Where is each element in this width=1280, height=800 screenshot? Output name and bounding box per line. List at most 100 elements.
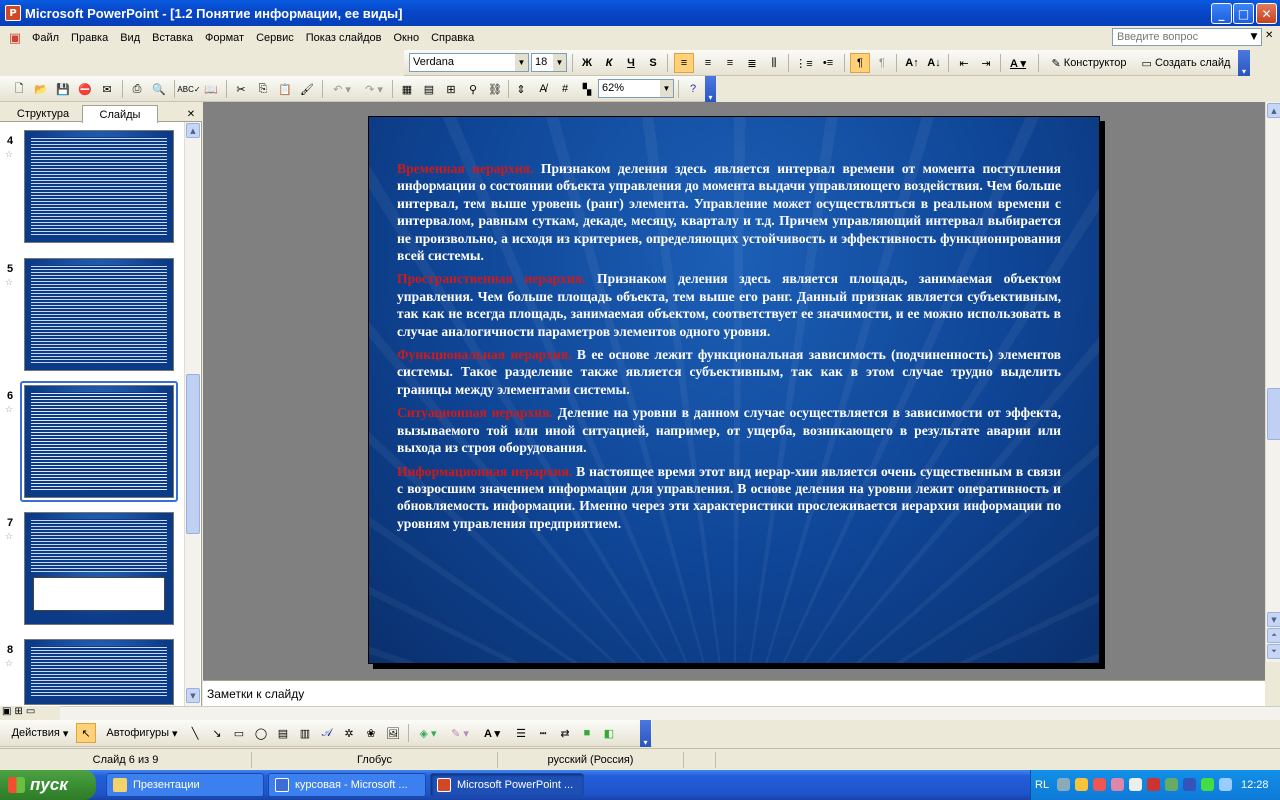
actions-menu[interactable]: Действия ▾	[6, 723, 74, 743]
tab-slides[interactable]: Слайды	[82, 105, 158, 123]
italic-button[interactable]: К	[600, 53, 618, 73]
spelling-icon[interactable]: ABC✓	[177, 79, 200, 99]
next-slide-icon[interactable]: ⏷	[1267, 644, 1280, 659]
normal-view-icon[interactable]: ▣	[2, 706, 11, 720]
font-color-draw-icon[interactable]: A ▾	[478, 723, 506, 743]
org-chart-icon[interactable]: ⚲	[464, 79, 482, 99]
research-icon[interactable]: 📖	[202, 79, 220, 99]
slide-text-body[interactable]: Временная иерархия. Признаком деления зд…	[397, 160, 1061, 538]
slide-thumbnail[interactable]	[24, 130, 174, 243]
bullets-icon[interactable]: •≡	[818, 53, 838, 73]
scroll-thumb[interactable]	[1267, 388, 1280, 440]
language-indicator[interactable]: RL	[1035, 779, 1049, 791]
task-word[interactable]: курсовая - Microsoft ...	[268, 773, 426, 797]
increase-font-icon[interactable]: A↑	[902, 53, 922, 73]
arrow-style-icon[interactable]: ⇄	[556, 723, 574, 743]
new-slide-button[interactable]: ▭ Создать слайд	[1136, 53, 1236, 73]
menu-format[interactable]: Формат	[199, 32, 250, 44]
decrease-indent-icon[interactable]: ⇤	[954, 53, 974, 73]
columns-icon[interactable]: ⫼	[764, 53, 784, 73]
toolbar-options-icon[interactable]: ▾	[640, 720, 651, 747]
volume-icon[interactable]	[1129, 778, 1142, 791]
minimize-button[interactable]: _	[1211, 3, 1232, 24]
slide-scrollbar[interactable]: ▲ ▼ ⏶ ⏷	[1265, 102, 1280, 662]
document-icon[interactable]: ▣	[6, 29, 24, 47]
help-icon[interactable]: ?	[684, 79, 702, 99]
menu-tools[interactable]: Сервис	[250, 32, 300, 44]
paste-icon[interactable]: 📋	[276, 79, 294, 99]
scroll-down-icon[interactable]: ▼	[1267, 612, 1280, 627]
task-powerpoint[interactable]: Microsoft PowerPoint ...	[430, 773, 584, 797]
antivirus-icon[interactable]	[1093, 778, 1106, 791]
font-color-icon[interactable]: A ▾	[1004, 53, 1032, 73]
menu-edit[interactable]: Правка	[65, 32, 114, 44]
table-icon[interactable]: ▤	[420, 79, 438, 99]
menu-view[interactable]: Вид	[114, 32, 146, 44]
save-icon[interactable]: 💾	[54, 79, 72, 99]
scroll-up-icon[interactable]: ▲	[186, 123, 200, 138]
messenger-icon[interactable]	[1075, 778, 1088, 791]
arrow-icon[interactable]: ↘	[208, 723, 226, 743]
task-presentations[interactable]: Презентации	[106, 773, 264, 797]
line-style-icon[interactable]: ☰	[512, 723, 530, 743]
fill-color-icon[interactable]: ◈ ▾	[414, 723, 442, 743]
decrease-font-icon[interactable]: A↓	[924, 53, 944, 73]
shadow-style-icon[interactable]: ■	[578, 723, 596, 743]
menu-window[interactable]: Окно	[388, 32, 426, 44]
tray-arrow-icon[interactable]	[1057, 778, 1070, 791]
bluetooth-icon[interactable]	[1183, 778, 1196, 791]
powerpoint-app-icon[interactable]: P	[5, 5, 21, 21]
line-icon[interactable]: ╲	[186, 723, 204, 743]
insert-table-icon[interactable]: ⊞	[442, 79, 460, 99]
bold-button[interactable]: Ж	[578, 53, 596, 73]
autoshapes-menu[interactable]: Автофигуры ▾	[102, 723, 182, 743]
rectangle-icon[interactable]: ▭	[230, 723, 248, 743]
toolbar-options-icon[interactable]: ▾	[705, 76, 716, 102]
cut-icon[interactable]: ✂	[232, 79, 250, 99]
vertical-textbox-icon[interactable]: ▥	[296, 723, 314, 743]
redo-icon[interactable]: ↷ ▾	[360, 79, 388, 99]
email-icon[interactable]: ✉	[98, 79, 116, 99]
slide-canvas[interactable]: Временная иерархия. Признаком деления зд…	[368, 116, 1100, 664]
slide-thumbnail-selected[interactable]	[24, 385, 174, 498]
previous-slide-icon[interactable]: ⏶	[1267, 628, 1280, 643]
copy-icon[interactable]: ⎘	[254, 79, 272, 99]
shadow-button[interactable]: S	[644, 53, 662, 73]
tab-outline[interactable]: Структура	[6, 105, 80, 123]
slide-thumbnail[interactable]	[24, 258, 174, 371]
maximize-button[interactable]: □	[1233, 3, 1254, 24]
menu-slideshow[interactable]: Показ слайдов	[300, 32, 388, 44]
hyperlink-icon[interactable]: ⛓	[486, 79, 504, 99]
textbox-icon[interactable]: ▤	[274, 723, 292, 743]
line-color-icon[interactable]: ✎ ▾	[446, 723, 474, 743]
select-pointer-icon[interactable]: ↖	[76, 723, 96, 743]
rtl-icon[interactable]: ¶	[872, 53, 892, 73]
picture-icon[interactable]: 🖼	[384, 723, 402, 743]
update-icon[interactable]	[1165, 778, 1178, 791]
close-document-icon[interactable]: ✕	[1265, 30, 1277, 44]
font-combo[interactable]: Verdana ▼	[409, 53, 529, 72]
scroll-up-icon[interactable]: ▲	[1267, 103, 1280, 118]
underline-button[interactable]: Ч	[622, 53, 640, 73]
close-button[interactable]: ✕	[1256, 3, 1277, 24]
ask-question-dropdown-icon[interactable]: ▼	[1246, 28, 1262, 46]
scroll-thumb[interactable]	[186, 374, 200, 534]
align-right-icon[interactable]: ≡	[720, 53, 740, 73]
start-button[interactable]: пуск	[0, 770, 96, 800]
display-icon[interactable]	[1219, 778, 1232, 791]
slide-thumbnail[interactable]	[24, 512, 174, 625]
network-icon[interactable]	[1111, 778, 1124, 791]
permission-icon[interactable]: ⛔	[76, 79, 94, 99]
print-icon[interactable]: ⎙	[128, 79, 146, 99]
battery-icon[interactable]	[1201, 778, 1214, 791]
new-icon[interactable]: 🗋	[10, 79, 28, 99]
toolbar-options-icon[interactable]: ▾	[1238, 50, 1250, 76]
print-preview-icon[interactable]: 🔍	[150, 79, 168, 99]
scroll-down-icon[interactable]: ▼	[186, 688, 200, 703]
ltr-icon[interactable]: ¶	[850, 53, 870, 73]
diagram-icon[interactable]: ✲	[340, 723, 358, 743]
slide-thumbnail[interactable]	[24, 639, 174, 705]
increase-indent-icon[interactable]: ⇥	[976, 53, 996, 73]
menu-insert[interactable]: Вставка	[146, 32, 199, 44]
horizontal-scrollbar[interactable]	[60, 706, 1280, 720]
